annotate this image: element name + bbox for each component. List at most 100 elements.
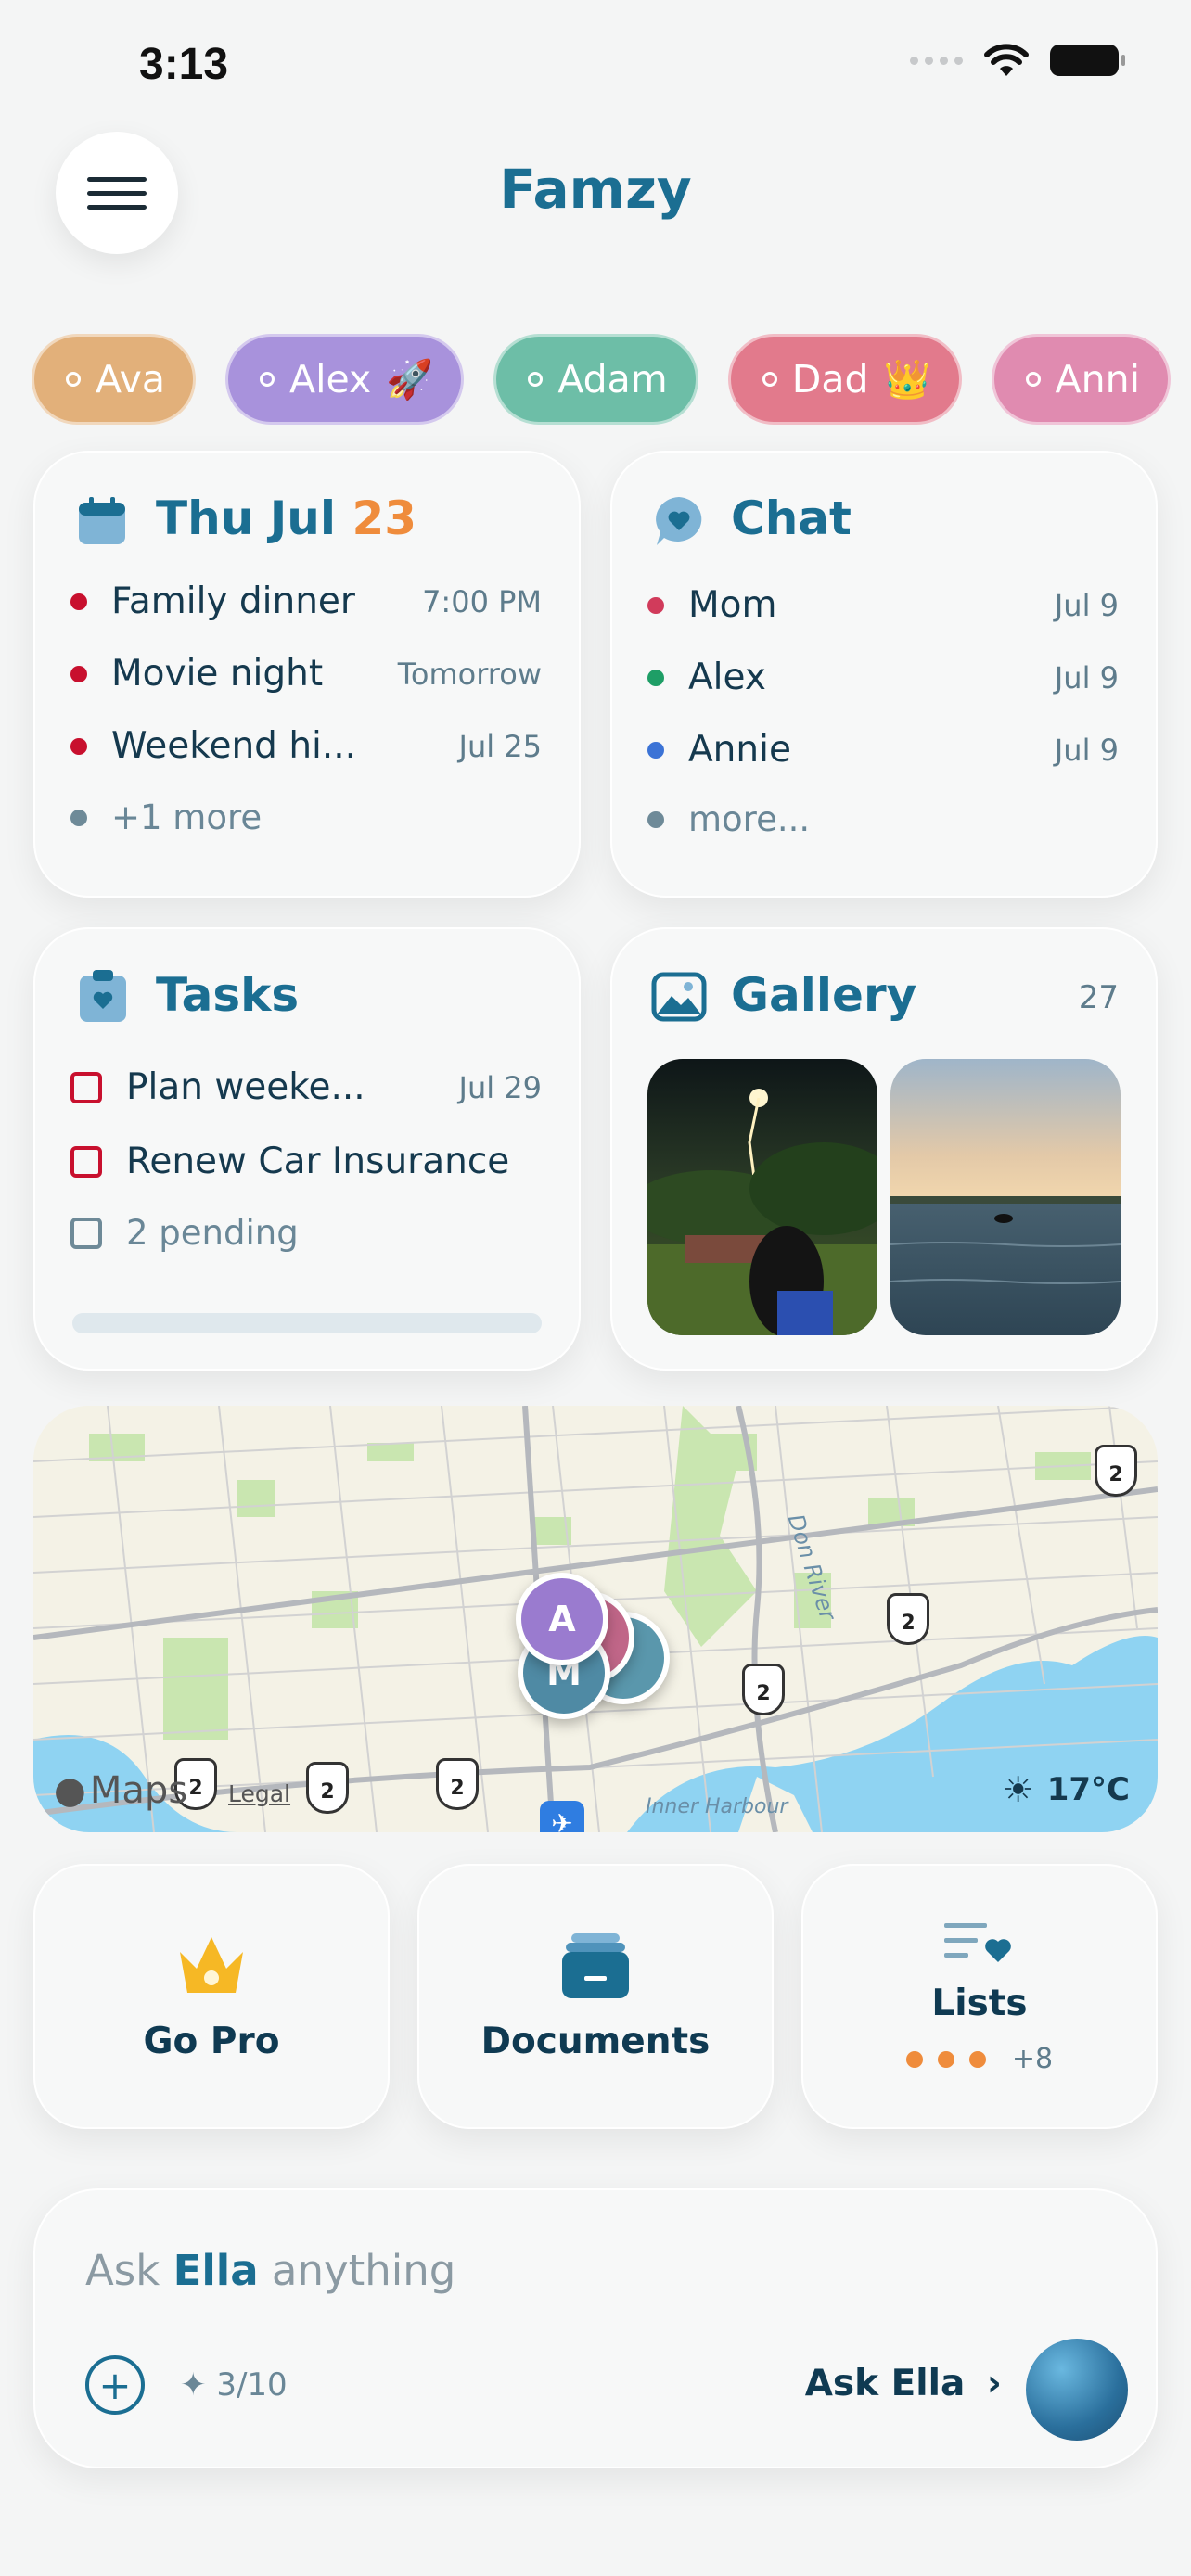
assistant-name: Ella bbox=[173, 2246, 259, 2295]
status-indicators bbox=[910, 43, 1125, 78]
member-chip-ava[interactable]: Ava bbox=[32, 334, 197, 425]
task-item[interactable]: Renew Car Insurance bbox=[70, 1141, 542, 1182]
go-pro-label: Go Pro bbox=[143, 2020, 280, 2062]
temperature: 17°C bbox=[1046, 1771, 1130, 1808]
clipboard-icon bbox=[80, 970, 126, 1022]
checkbox-icon bbox=[70, 1217, 102, 1249]
chevron-right-icon: › bbox=[986, 2363, 1002, 2404]
status-ring-icon bbox=[528, 372, 544, 387]
calendar-card[interactable]: Thu Jul 23 Family dinner 7:00 PM Movie n… bbox=[33, 451, 581, 898]
task-title: Plan weeke... bbox=[126, 1066, 365, 1108]
more-chats[interactable]: more... bbox=[647, 799, 1119, 839]
task-title: Renew Car Insurance bbox=[126, 1141, 510, 1182]
member-name: Adam bbox=[557, 357, 668, 402]
chat-date: Jul 9 bbox=[1054, 732, 1119, 768]
member-name: Ava bbox=[96, 357, 166, 402]
gallery-photo[interactable] bbox=[647, 1059, 877, 1335]
member-chip-alex[interactable]: Alex 🚀 bbox=[225, 334, 465, 425]
lists-more-count: +8 bbox=[1011, 2043, 1054, 2075]
member-chip-anni[interactable]: Anni bbox=[991, 334, 1171, 425]
battery-icon bbox=[1050, 45, 1125, 76]
status-ring-icon bbox=[260, 372, 275, 387]
task-item[interactable]: Plan weeke... Jul 29 bbox=[70, 1066, 542, 1108]
wifi-icon bbox=[984, 44, 1029, 76]
chat-name: Alex bbox=[688, 657, 766, 698]
event-item[interactable]: Family dinner 7:00 PM bbox=[70, 580, 542, 622]
ask-ella-button[interactable]: Ask Ella › bbox=[805, 2363, 1002, 2404]
photo-count: 27 bbox=[1078, 979, 1119, 1016]
status-ring-icon bbox=[66, 372, 81, 387]
gallery-title: Gallery bbox=[731, 968, 917, 1022]
document-box-icon bbox=[562, 1932, 629, 1998]
list-heart-icon bbox=[944, 1923, 1011, 1962]
chat-name: Annie bbox=[688, 729, 791, 771]
checkbox-icon[interactable] bbox=[70, 1071, 102, 1103]
assistant-input[interactable]: Ask Ella anything bbox=[85, 2246, 455, 2295]
chat-name: Mom bbox=[688, 584, 777, 626]
gallery-photo[interactable] bbox=[890, 1059, 1121, 1335]
assistant-panel: Ask Ella anything + ✦ 3/10 Ask Ella › bbox=[33, 2188, 1158, 2468]
highway-shield-icon: 2 bbox=[742, 1664, 785, 1715]
highway-shield-icon: 2 bbox=[306, 1762, 349, 1814]
chat-thread[interactable]: Mom Jul 9 bbox=[647, 584, 1119, 626]
member-chip-adam[interactable]: Adam bbox=[493, 334, 698, 425]
apple-logo-icon: ● bbox=[54, 1769, 86, 1812]
documents-button[interactable]: Documents bbox=[417, 1864, 774, 2129]
tasks-title: Tasks bbox=[156, 968, 300, 1022]
chat-card[interactable]: Chat Mom Jul 9 Alex Jul 9 Annie Jul 9 mo… bbox=[610, 451, 1158, 898]
family-map[interactable]: 2 2 2 2 2 2 Don River Inner Harbour ✈ A … bbox=[33, 1406, 1158, 1832]
assistant-avatar[interactable] bbox=[1026, 2339, 1128, 2441]
member-name: Alex bbox=[289, 357, 372, 402]
event-time: 7:00 PM bbox=[422, 583, 542, 619]
rocket-icon: 🚀 bbox=[386, 356, 434, 402]
usage-counter: ✦ 3/10 bbox=[180, 2366, 288, 2404]
event-item[interactable]: Movie night Tomorrow bbox=[70, 653, 542, 695]
highway-shield-icon: 2 bbox=[436, 1758, 479, 1810]
event-title: Family dinner bbox=[111, 580, 355, 622]
more-events[interactable]: +1 more bbox=[70, 797, 542, 837]
lists-label: Lists bbox=[931, 1983, 1028, 2024]
tasks-card[interactable]: Tasks Plan weeke... Jul 29 Renew Car Ins… bbox=[33, 927, 581, 1371]
lists-button[interactable]: Lists +8 bbox=[801, 1864, 1158, 2129]
highway-shield-icon: 2 bbox=[1095, 1445, 1137, 1497]
highway-shield-icon: 2 bbox=[887, 1593, 929, 1645]
add-attachment-button[interactable]: + bbox=[85, 2355, 145, 2415]
weather-badge: ☀ 17°C bbox=[1003, 1769, 1130, 1810]
chat-bubble-icon bbox=[656, 497, 702, 545]
status-ring-icon bbox=[762, 372, 777, 387]
chat-date: Jul 9 bbox=[1054, 587, 1119, 623]
event-time: Tomorrow bbox=[397, 656, 542, 692]
crown-icon: 👑 bbox=[883, 356, 931, 402]
harbour-label: Inner Harbour bbox=[646, 1795, 788, 1818]
documents-label: Documents bbox=[480, 2020, 711, 2062]
event-title: Weekend hi... bbox=[111, 725, 357, 767]
member-pin[interactable]: A bbox=[516, 1573, 608, 1665]
member-chips: Ava Alex 🚀 Adam Dad 👑 Anni bbox=[32, 334, 1171, 425]
signal-icon bbox=[910, 56, 963, 65]
go-pro-button[interactable]: Go Pro bbox=[33, 1864, 390, 2129]
app-title: Famzy bbox=[499, 158, 692, 221]
checkbox-icon[interactable] bbox=[70, 1145, 102, 1178]
calendar-day: 23 bbox=[352, 491, 417, 545]
status-ring-icon bbox=[1025, 372, 1041, 387]
tasks-progress-bar bbox=[72, 1313, 542, 1333]
lists-preview: +8 bbox=[905, 2043, 1054, 2075]
gallery-card[interactable]: Gallery 27 bbox=[610, 927, 1158, 1371]
member-name: Anni bbox=[1055, 357, 1140, 402]
legal-link[interactable]: Legal bbox=[228, 1780, 290, 1807]
chat-title: Chat bbox=[731, 491, 852, 545]
maps-attribution: ● Maps bbox=[54, 1769, 188, 1812]
chat-thread[interactable]: Alex Jul 9 bbox=[647, 657, 1119, 698]
sparkle-icon: ✦ bbox=[180, 2366, 207, 2404]
chat-thread[interactable]: Annie Jul 9 bbox=[647, 729, 1119, 771]
chat-date: Jul 9 bbox=[1054, 659, 1119, 695]
event-item[interactable]: Weekend hi... Jul 25 bbox=[70, 725, 542, 767]
calendar-date-title: Thu Jul 23 bbox=[156, 491, 416, 545]
event-time: Jul 25 bbox=[458, 728, 543, 764]
status-time: 3:13 bbox=[139, 40, 229, 89]
airport-icon: ✈ bbox=[540, 1801, 584, 1832]
task-due: Jul 29 bbox=[458, 1069, 543, 1105]
calendar-month: Thu Jul bbox=[156, 491, 337, 545]
member-chip-dad[interactable]: Dad 👑 bbox=[727, 334, 962, 425]
pending-tasks[interactable]: 2 pending bbox=[70, 1213, 542, 1253]
